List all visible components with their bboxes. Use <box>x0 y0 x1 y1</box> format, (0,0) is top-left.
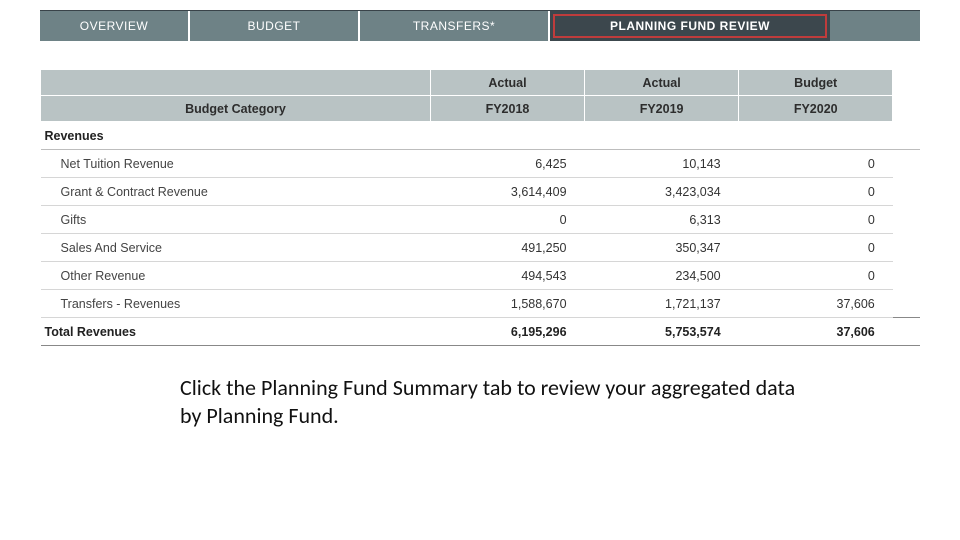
row-c2: 350,347 <box>585 234 739 262</box>
row-c2: 10,143 <box>585 150 739 178</box>
section-revenues-label: Revenues <box>41 122 431 150</box>
row-c2: 234,500 <box>585 262 739 290</box>
row-c1: 494,543 <box>430 262 584 290</box>
table-row: Gifts 0 6,313 0 <box>41 206 921 234</box>
row-c3: 0 <box>739 150 893 178</box>
row-c3: 0 <box>739 178 893 206</box>
th-col1-bot: FY2018 <box>430 96 584 122</box>
total-c3: 37,606 <box>739 318 893 346</box>
th-budget-category-blank <box>41 70 431 96</box>
row-label: Sales And Service <box>41 234 431 262</box>
total-c1: 6,195,296 <box>430 318 584 346</box>
row-label: Net Tuition Revenue <box>41 150 431 178</box>
row-c1: 3,614,409 <box>430 178 584 206</box>
tab-bar-fill <box>830 11 920 41</box>
row-c3: 0 <box>739 234 893 262</box>
tab-planning-fund-review[interactable]: PLANNING FUND REVIEW <box>550 11 830 41</box>
row-c2: 3,423,034 <box>585 178 739 206</box>
table-row: Other Revenue 494,543 234,500 0 <box>41 262 921 290</box>
table-row: Net Tuition Revenue 6,425 10,143 0 <box>41 150 921 178</box>
th-col3-bot: FY2020 <box>739 96 893 122</box>
row-label: Other Revenue <box>41 262 431 290</box>
row-c1: 6,425 <box>430 150 584 178</box>
row-c1: 0 <box>430 206 584 234</box>
th-col1-top: Actual <box>430 70 584 96</box>
budget-table-wrap: Actual Actual Budget Budget Category FY2… <box>40 69 920 346</box>
total-c2: 5,753,574 <box>585 318 739 346</box>
budget-table: Actual Actual Budget Budget Category FY2… <box>40 69 920 346</box>
total-label: Total Revenues <box>41 318 431 346</box>
th-col2-top: Actual <box>585 70 739 96</box>
row-c2: 6,313 <box>585 206 739 234</box>
tab-transfers[interactable]: TRANSFERS* <box>360 11 550 41</box>
row-c1: 1,588,670 <box>430 290 584 318</box>
table-row: Grant & Contract Revenue 3,614,409 3,423… <box>41 178 921 206</box>
row-label: Transfers - Revenues <box>41 290 431 318</box>
tab-overview[interactable]: OVERVIEW <box>40 11 190 41</box>
table-row: Transfers - Revenues 1,588,670 1,721,137… <box>41 290 921 318</box>
th-col3-top: Budget <box>739 70 893 96</box>
table-row: Sales And Service 491,250 350,347 0 <box>41 234 921 262</box>
row-c1: 491,250 <box>430 234 584 262</box>
row-label: Gifts <box>41 206 431 234</box>
row-c3: 0 <box>739 206 893 234</box>
row-c2: 1,721,137 <box>585 290 739 318</box>
row-c3: 37,606 <box>739 290 893 318</box>
row-label: Grant & Contract Revenue <box>41 178 431 206</box>
th-col2-bot: FY2019 <box>585 96 739 122</box>
th-budget-category: Budget Category <box>41 96 431 122</box>
instruction-caption: Click the Planning Fund Summary tab to r… <box>180 374 820 429</box>
tab-budget[interactable]: BUDGET <box>190 11 360 41</box>
row-total-revenues: Total Revenues 6,195,296 5,753,574 37,60… <box>41 318 921 346</box>
section-revenues: Revenues <box>41 122 921 150</box>
row-c3: 0 <box>739 262 893 290</box>
tab-bar: OVERVIEW BUDGET TRANSFERS* PLANNING FUND… <box>40 10 920 41</box>
